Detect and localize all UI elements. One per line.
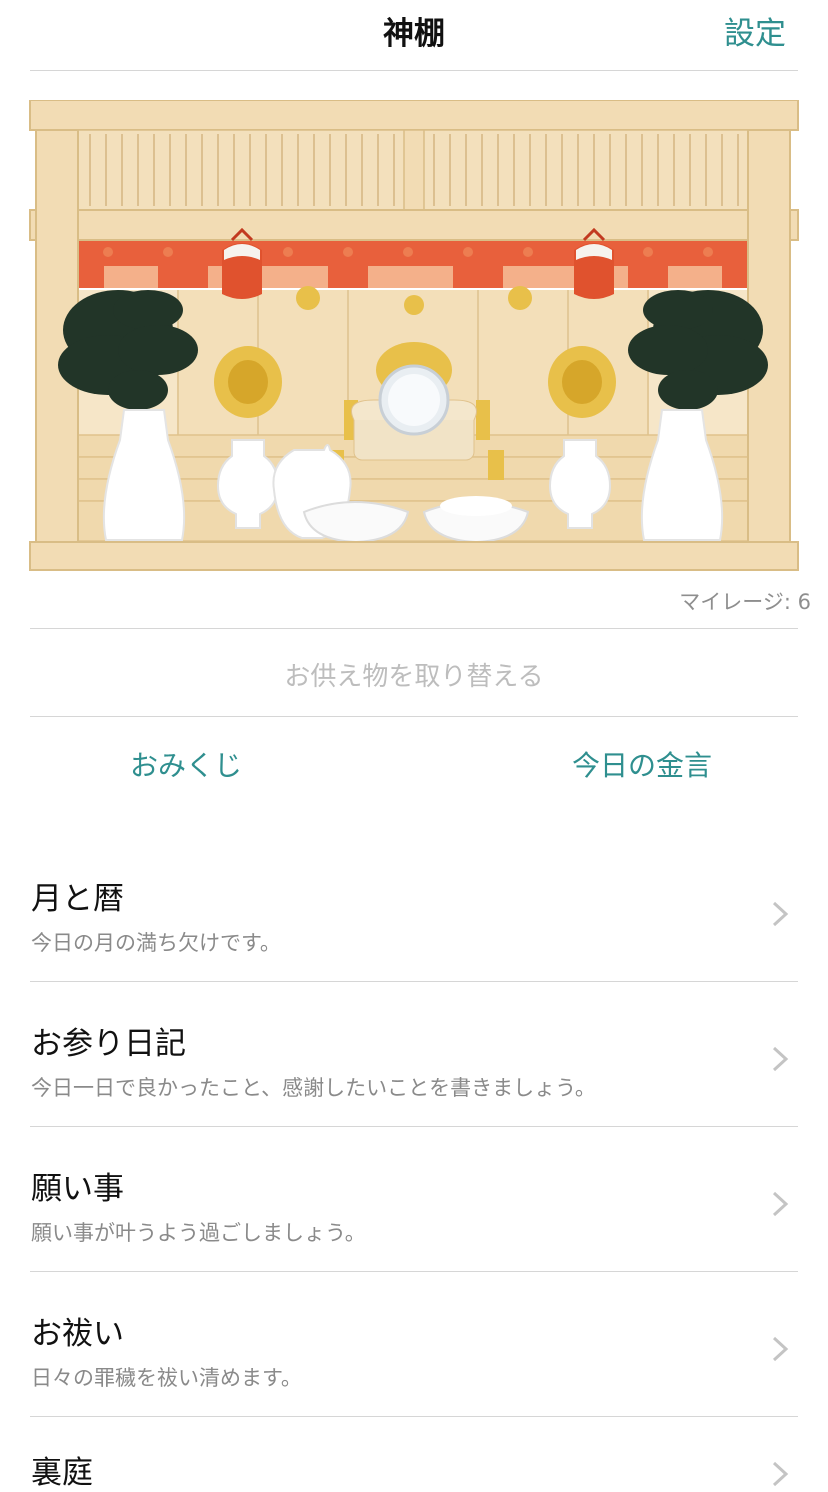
kamidana-illustration[interactable]: [28, 100, 800, 572]
bottom-beam: [29, 541, 799, 571]
top-beam: [29, 100, 799, 131]
nav-bar: 神棚 設定: [0, 0, 828, 70]
divider: [30, 716, 798, 717]
menu-item-subtitle: 今日の月の満ち欠けです。: [31, 931, 281, 955]
replace-offerings-button[interactable]: お供え物を取り替える: [0, 656, 828, 693]
menu-item-title: お参り日記: [31, 1026, 186, 1062]
divider: [30, 628, 798, 629]
divider: [30, 1271, 798, 1272]
menu-item-backyard[interactable]: 裏庭: [0, 1435, 828, 1492]
menu-item-subtitle: 願い事が叶うよう過ごしましょう。: [31, 1221, 366, 1245]
chevron-right-icon: [772, 1336, 789, 1362]
page-title: 神棚: [383, 16, 445, 52]
menu-item-title: 裏庭: [31, 1455, 93, 1491]
red-curtain: [78, 240, 748, 288]
divider: [30, 1126, 798, 1127]
menu-item-title: 月と暦: [31, 881, 124, 917]
chevron-right-icon: [772, 1461, 789, 1487]
menu-item-subtitle: 今日一日で良かったこと、感謝したいことを書きましょう。: [31, 1076, 596, 1100]
menu-item-title: お祓い: [31, 1316, 124, 1352]
middle-beam: [29, 209, 799, 241]
divider: [30, 981, 798, 982]
menu-item-moon-calendar[interactable]: 月と暦 今日の月の満ち欠けです。: [0, 855, 828, 1000]
menu-item-purification[interactable]: お祓い 日々の罪穢を祓い清めます。: [0, 1290, 828, 1435]
mileage-label: マイレージ: 6: [679, 590, 811, 614]
omikuji-button[interactable]: おみくじ: [130, 744, 242, 784]
settings-button[interactable]: 設定: [724, 8, 786, 53]
chevron-right-icon: [772, 1046, 789, 1072]
chevron-right-icon: [772, 901, 789, 927]
menu-item-visit-diary[interactable]: お参り日記 今日一日で良かったこと、感謝したいことを書きましょう。: [0, 1000, 828, 1145]
menu-item-subtitle: 日々の罪穢を祓い清めます。: [31, 1366, 302, 1390]
menu-item-wishes[interactable]: 願い事 願い事が叶うよう過ごしましょう。: [0, 1145, 828, 1290]
menu-item-title: 願い事: [31, 1171, 124, 1207]
divider: [30, 1416, 798, 1417]
divider: [30, 70, 798, 71]
lattice-center-post: [403, 129, 425, 211]
chevron-right-icon: [772, 1191, 789, 1217]
daily-maxim-button[interactable]: 今日の金言: [572, 744, 712, 784]
